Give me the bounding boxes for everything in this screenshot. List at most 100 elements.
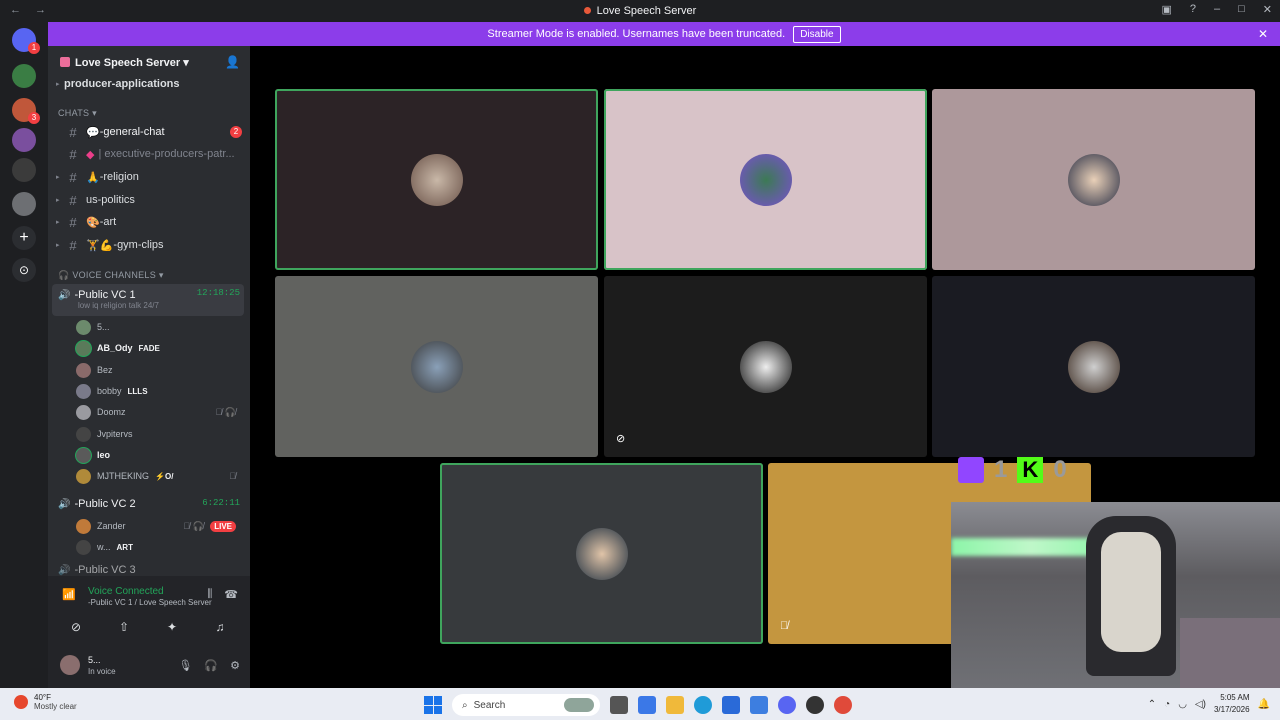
server-icon[interactable] [12,64,36,88]
live-badge: LIVE [210,520,236,532]
weather-icon [14,695,28,709]
channel-executive-producers[interactable]: # ◆ | executive-producers-patr... [56,144,246,164]
headphones-icon[interactable]: 🎧 [204,659,218,672]
obs-icon[interactable] [806,696,824,714]
server-icon[interactable] [12,158,36,182]
window-title: Love Speech Server [0,5,1280,17]
server-icon[interactable]: 3 [12,98,40,124]
wifi-icon[interactable]: ◡ [1178,699,1187,710]
chrome-icon[interactable] [834,696,852,714]
category-chats[interactable]: CHATS ▾ [58,108,97,119]
channel-us-politics[interactable]: ▸ # us-politics [56,190,246,210]
camera-button[interactable]: ⊘ [52,616,100,638]
disable-button[interactable]: Disable [793,25,841,43]
taskbar-search[interactable]: ⌕ Search [452,694,600,716]
discover-icon[interactable]: ⊙ [12,258,36,282]
activities-button[interactable]: ✦ [148,616,196,638]
voice-member[interactable]: bobby LLLS [76,381,244,401]
bed [1180,618,1280,688]
edge-icon[interactable] [694,696,712,714]
channel-sidebar: Love Speech Server ▾ 👤 ▸ producer-applica… [48,46,250,688]
server-list: 1 3 + ⊙ [0,22,48,688]
notification-bell-icon[interactable]: 🔔 [1258,699,1270,710]
voice-member[interactable]: MJTHEKING ⚡O/🎙̸ [76,466,244,486]
avatar [76,518,91,534]
weather-widget[interactable]: 40°F Mostly clear [14,693,77,711]
close-icon[interactable]: ✕ [1258,27,1268,41]
category-voice-channels[interactable]: 🎧 VOICE CHANNELS ▾ [58,270,164,281]
participant-tile[interactable] [440,463,763,644]
signal-icon[interactable]: 📶 [62,588,76,601]
discord-taskbar-icon[interactable] [778,696,796,714]
twitch-icon [958,457,984,483]
volume-icon[interactable]: ◁) [1195,699,1206,710]
avatar [410,340,463,393]
channel-gym-clips[interactable]: ▸ # 🏋💪 -gym-clips [56,235,246,255]
notification-badge: 1 [28,42,40,54]
voice-member[interactable]: Bez [76,360,244,380]
soundboard-button[interactable]: ♫ [196,616,244,638]
mic-icon[interactable]: 🎙 [178,659,192,672]
voice-member[interactable]: AB_Ody FADE [76,338,244,358]
avatar [76,404,91,420]
voice-member[interactable]: Zander 🎙̸ 🎧̸ LIVE [76,516,244,536]
add-member-icon[interactable]: 👤 [225,55,240,69]
gear-icon[interactable]: ⚙ [230,659,240,672]
server-icon [60,57,70,67]
clock[interactable]: 5:05 AM 3/17/2026 [1214,692,1250,716]
maximize-button[interactable]: □ [1238,3,1245,16]
system-tray: ⌃ ◔ ◡ ◁) 5:05 AM 3/17/2026 🔔 [1148,692,1270,716]
muted-deafened-icons: 🎙̸ 🎧̸ LIVE [183,520,236,532]
inbox-icon[interactable]: ▣ [1161,3,1171,16]
avatar [76,447,91,463]
noise-suppression-icon[interactable]: ⫼ [207,588,212,601]
muted-deafened-icons: 🎙̸ 🎧̸ [215,406,236,417]
help-icon[interactable]: ? [1190,3,1196,16]
file-explorer-icon[interactable] [666,696,684,714]
voice-member[interactable]: 5... [76,317,244,337]
streamer-mode-banner: Streamer Mode is enabled. Usernames have… [48,22,1280,46]
network-icon[interactable]: ◔ [1164,699,1170,710]
add-server-icon[interactable]: + [12,226,36,250]
server-header[interactable]: Love Speech Server ▾ 👤 [48,46,250,76]
server-icon[interactable] [12,192,36,216]
avatar [1067,153,1120,206]
voice-member[interactable]: Jvpitervs [76,424,244,444]
copilot-icon[interactable] [638,696,656,714]
hash-icon: # [69,146,77,162]
participant-tile[interactable] [932,89,1255,270]
voice-member[interactable]: w... ART [76,537,244,557]
participant-tile[interactable] [275,276,598,457]
channel-general-chat[interactable]: # 💬 -general-chat 2 [56,122,246,142]
voice-member[interactable]: leo [76,445,244,465]
user-status: In voice [88,667,116,676]
avatar[interactable] [60,655,80,675]
minimize-button[interactable]: – [1214,3,1220,16]
participant-tile[interactable] [604,89,927,270]
discord-icon[interactable]: 1 [12,28,40,54]
disconnect-icon[interactable]: ☎ [224,588,238,601]
hash-icon: # [69,237,77,253]
start-button[interactable] [424,696,442,714]
chevron-up-icon[interactable]: ⌃ [1148,699,1156,710]
username: 5... [88,655,101,665]
webcam-overlay [951,502,1280,688]
channel-art[interactable]: ▸ # 🎨 -art [56,212,246,232]
outlook-icon[interactable] [750,696,768,714]
task-view-icon[interactable] [610,696,628,714]
voice-channel-public-vc-1[interactable]: 🔊 -Public VC 1 12:18:25 low iq religion t… [52,284,244,316]
voice-channel-public-vc-2[interactable]: 🔊 -Public VC 2 6:22:11 [52,494,244,514]
close-window-button[interactable]: ✕ [1263,3,1272,16]
participant-tile[interactable]: ⊘ [604,276,927,457]
server-icon[interactable] [12,128,36,152]
muted-icon: 🎙̸ [780,620,789,632]
avatar [76,362,91,378]
channel-religion[interactable]: ▸ # 🙏 -religion [56,167,246,187]
voice-status[interactable]: Voice Connected [88,586,164,597]
screenshare-button[interactable]: ⇧ [100,616,148,638]
voice-member[interactable]: Doomz 🎙̸ 🎧̸ [76,402,244,422]
participant-tile[interactable] [932,276,1255,457]
store-icon[interactable] [722,696,740,714]
participant-tile[interactable] [275,89,598,270]
channel-producer-applications[interactable]: ▸ producer-applications [56,74,246,94]
